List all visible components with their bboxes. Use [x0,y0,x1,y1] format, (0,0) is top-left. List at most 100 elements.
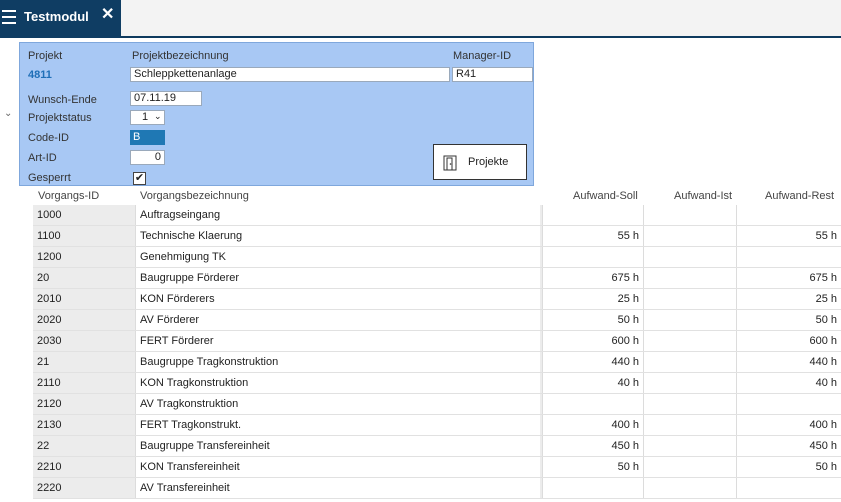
cell-vorgangsbezeichnung[interactable]: Baugruppe Transfereinheit [136,436,540,456]
header-aufwand-rest[interactable]: Aufwand-Rest [765,190,834,202]
cell-vorgangsbezeichnung[interactable]: FERT Förderer [136,331,540,351]
cell-vorgangsbezeichnung[interactable]: KON Tragkonstruktion [136,373,540,393]
cell-aufwand-rest[interactable]: 450 h [737,436,841,456]
cell-vorgangs-id[interactable]: 20 [33,268,136,288]
table-row[interactable]: 2010 KON Förderers 25 h 25 h [33,289,841,310]
cell-aufwand-ist[interactable] [644,478,737,498]
close-icon[interactable]: ✕ [101,7,114,23]
cell-vorgangsbezeichnung[interactable]: Genehmigung TK [136,247,540,267]
cell-aufwand-rest[interactable]: 55 h [737,226,841,246]
menu-icon[interactable] [2,10,16,24]
table-row[interactable]: 2130 FERT Tragkonstrukt. 400 h 400 h [33,415,841,436]
table-row[interactable]: 2020 AV Förderer 50 h 50 h [33,310,841,331]
table-row[interactable]: 2120 AV Tragkonstruktion [33,394,841,415]
cell-aufwand-rest[interactable]: 40 h [737,373,841,393]
cell-vorgangs-id[interactable]: 2110 [33,373,136,393]
cell-aufwand-soll[interactable]: 25 h [542,289,644,309]
tab-testmodul[interactable]: Testmodul ✕ [0,0,121,38]
cell-aufwand-soll[interactable] [542,205,644,225]
cell-aufwand-rest[interactable]: 400 h [737,415,841,435]
project-number[interactable]: 4811 [28,69,52,81]
cell-aufwand-ist[interactable] [644,436,737,456]
table-row[interactable]: 1000 Auftragseingang [33,205,841,226]
art-id-field[interactable]: 0 [130,150,165,165]
cell-aufwand-soll[interactable]: 600 h [542,331,644,351]
cell-aufwand-soll[interactable] [542,478,644,498]
cell-aufwand-soll[interactable]: 50 h [542,457,644,477]
cell-aufwand-ist[interactable] [644,394,737,414]
cell-aufwand-ist[interactable] [644,331,737,351]
cell-aufwand-ist[interactable] [644,226,737,246]
table-row[interactable]: 2030 FERT Förderer 600 h 600 h [33,331,841,352]
cell-aufwand-ist[interactable] [644,268,737,288]
cell-aufwand-soll[interactable]: 400 h [542,415,644,435]
cell-aufwand-soll[interactable]: 450 h [542,436,644,456]
cell-aufwand-soll[interactable]: 50 h [542,310,644,330]
cell-aufwand-rest[interactable]: 50 h [737,310,841,330]
cell-vorgangsbezeichnung[interactable]: AV Förderer [136,310,540,330]
table-row[interactable]: 21 Baugruppe Tragkonstruktion 440 h 440 h [33,352,841,373]
cell-vorgangsbezeichnung[interactable]: AV Transfereinheit [136,478,540,498]
cell-aufwand-ist[interactable] [644,205,737,225]
cell-vorgangs-id[interactable]: 2210 [33,457,136,477]
gesperrt-checkbox[interactable]: ✔ [133,172,146,185]
header-vorgangsbezeichnung[interactable]: Vorgangsbezeichnung [140,190,249,202]
cell-aufwand-soll[interactable]: 55 h [542,226,644,246]
header-aufwand-soll[interactable]: Aufwand-Soll [573,190,638,202]
cell-vorgangsbezeichnung[interactable]: FERT Tragkonstrukt. [136,415,540,435]
cell-aufwand-ist[interactable] [644,310,737,330]
collapse-chevron-icon[interactable]: ⌄ [4,108,12,119]
table-row[interactable]: 1100 Technische Klaerung 55 h 55 h [33,226,841,247]
cell-aufwand-ist[interactable] [644,457,737,477]
cell-vorgangsbezeichnung[interactable]: Auftragseingang [136,205,540,225]
cell-aufwand-ist[interactable] [644,247,737,267]
table-row[interactable]: 1200 Genehmigung TK [33,247,841,268]
cell-vorgangsbezeichnung[interactable]: KON Förderers [136,289,540,309]
table-row[interactable]: 2110 KON Tragkonstruktion 40 h 40 h [33,373,841,394]
cell-vorgangsbezeichnung[interactable]: Technische Klaerung [136,226,540,246]
cell-vorgangsbezeichnung[interactable]: KON Transfereinheit [136,457,540,477]
cell-aufwand-soll[interactable] [542,394,644,414]
cell-aufwand-ist[interactable] [644,415,737,435]
table-row[interactable]: 20 Baugruppe Förderer 675 h 675 h [33,268,841,289]
cell-vorgangsbezeichnung[interactable]: Baugruppe Förderer [136,268,540,288]
cell-aufwand-rest[interactable] [737,247,841,267]
cell-aufwand-soll[interactable]: 40 h [542,373,644,393]
cell-aufwand-soll[interactable] [542,247,644,267]
cell-vorgangs-id[interactable]: 2130 [33,415,136,435]
cell-aufwand-rest[interactable]: 25 h [737,289,841,309]
code-id-field[interactable]: B [130,130,165,145]
cell-aufwand-ist[interactable] [644,289,737,309]
cell-aufwand-soll[interactable]: 675 h [542,268,644,288]
cell-aufwand-rest[interactable] [737,394,841,414]
cell-vorgangs-id[interactable]: 1000 [33,205,136,225]
table-row[interactable]: 22 Baugruppe Transfereinheit 450 h 450 h [33,436,841,457]
cell-vorgangs-id[interactable]: 2010 [33,289,136,309]
cell-aufwand-rest[interactable] [737,478,841,498]
cell-vorgangs-id[interactable]: 2020 [33,310,136,330]
cell-aufwand-rest[interactable]: 600 h [737,331,841,351]
cell-vorgangs-id[interactable]: 2220 [33,478,136,498]
cell-vorgangs-id[interactable]: 2030 [33,331,136,351]
projekte-button[interactable]: Projekte [433,144,527,180]
manager-id-field[interactable]: R41 [452,67,533,82]
projektstatus-select[interactable]: 1 ⌄ [130,110,165,125]
cell-aufwand-rest[interactable] [737,205,841,225]
cell-vorgangs-id[interactable]: 1100 [33,226,136,246]
table-row[interactable]: 2210 KON Transfereinheit 50 h 50 h [33,457,841,478]
cell-aufwand-rest[interactable]: 675 h [737,268,841,288]
cell-vorgangs-id[interactable]: 2120 [33,394,136,414]
header-aufwand-ist[interactable]: Aufwand-Ist [674,190,732,202]
cell-vorgangsbezeichnung[interactable]: AV Tragkonstruktion [136,394,540,414]
header-vorgangs-id[interactable]: Vorgangs-ID [38,190,99,202]
cell-aufwand-soll[interactable]: 440 h [542,352,644,372]
cell-aufwand-ist[interactable] [644,373,737,393]
cell-aufwand-rest[interactable]: 440 h [737,352,841,372]
cell-vorgangsbezeichnung[interactable]: Baugruppe Tragkonstruktion [136,352,540,372]
projektbezeichnung-field[interactable]: Schleppkettenanlage [130,67,450,82]
cell-vorgangs-id[interactable]: 1200 [33,247,136,267]
wunsch-ende-field[interactable]: 07.11.19 [130,91,202,106]
cell-vorgangs-id[interactable]: 21 [33,352,136,372]
cell-aufwand-ist[interactable] [644,352,737,372]
table-row[interactable]: 2220 AV Transfereinheit [33,478,841,499]
